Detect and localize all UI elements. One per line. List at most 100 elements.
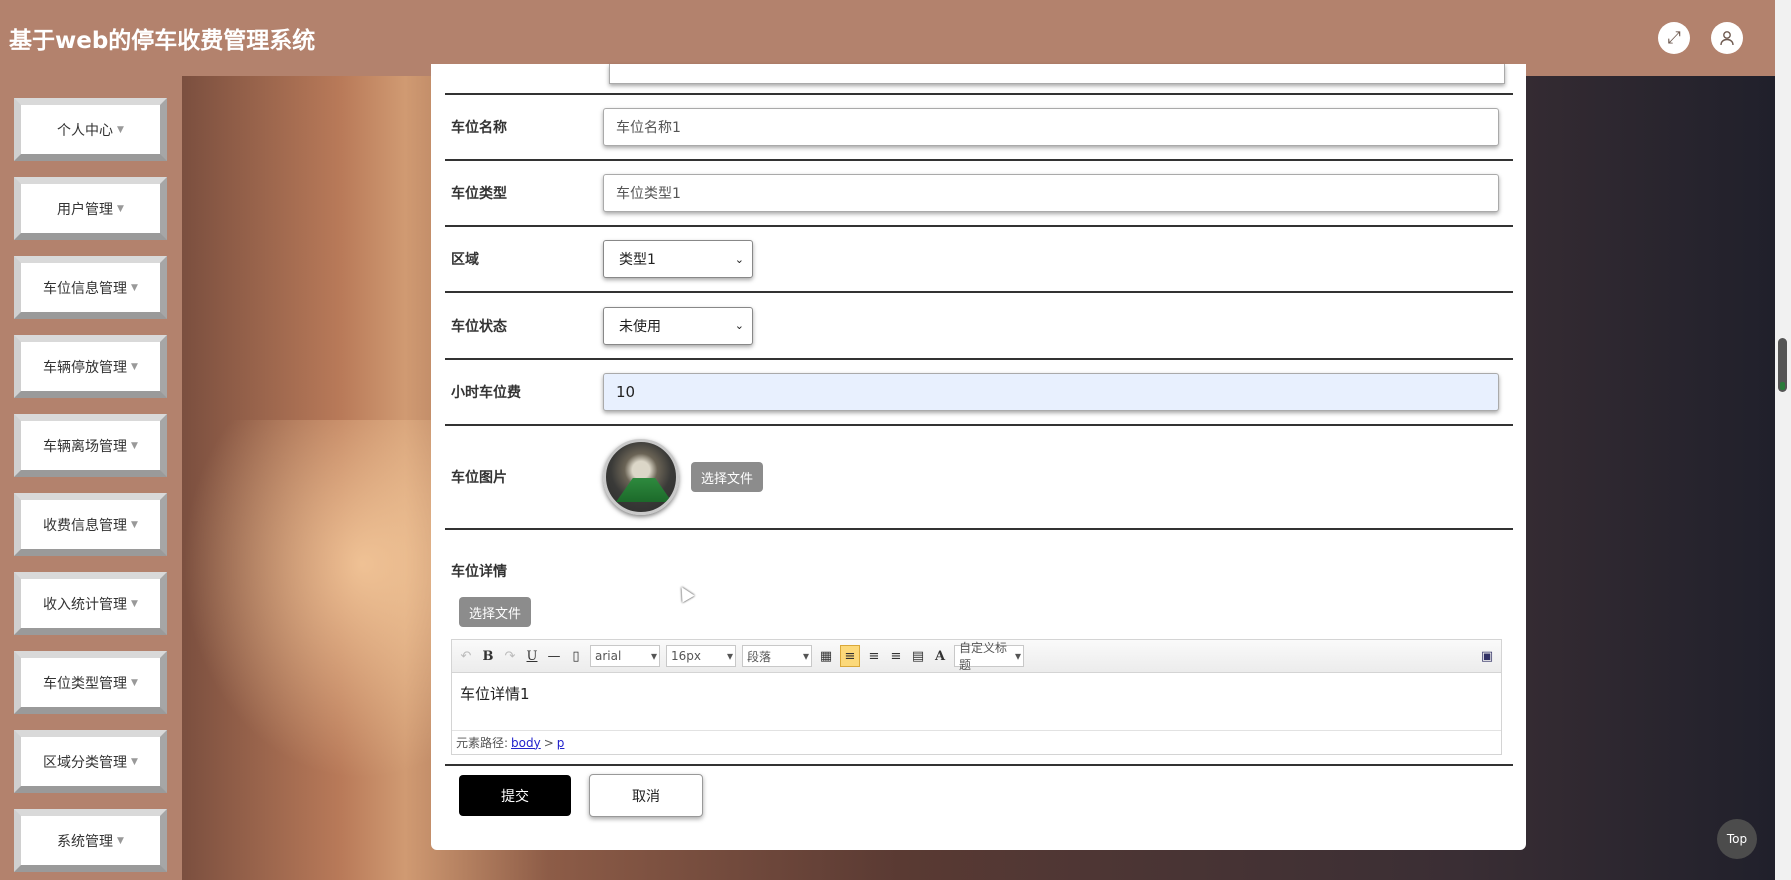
- rich-text-editor: ↶ B ↷ U — ▯ arial ▾ 16px ▾ 段落 ▾ ▦ ≡ ≡ ≡ ▤ A…: [451, 639, 1502, 755]
- space-name-label: 车位名称: [451, 120, 507, 136]
- paragraph-value: 段落: [747, 649, 772, 664]
- sidebar-item-label: 收入统计管理: [43, 596, 128, 613]
- sidebar-item-exit[interactable]: 车辆离场管理 ▼: [14, 414, 167, 477]
- sidebar-item-label: 车辆停放管理: [43, 359, 128, 376]
- caret-down-icon: ▼: [131, 519, 138, 530]
- editor-toolbar: ↶ B ↷ U — ▯ arial ▾ 16px ▾ 段落 ▾ ▦ ≡ ≡ ≡ ▤ A…: [452, 640, 1501, 673]
- sidebar-item-label: 车位信息管理: [43, 280, 128, 297]
- caret-down-icon: ▼: [117, 203, 124, 214]
- back-to-top-button[interactable]: Top: [1717, 819, 1757, 859]
- sidebar-item-space-info[interactable]: 车位信息管理 ▼: [14, 256, 167, 319]
- submit-button[interactable]: 提交: [459, 775, 571, 816]
- sidebar-item-parking[interactable]: 车辆停放管理 ▼: [14, 335, 167, 398]
- divider: [445, 764, 1513, 766]
- redo-icon[interactable]: ↷: [502, 648, 518, 664]
- area-select[interactable]: 类型1 ⌄: [603, 240, 753, 278]
- status-select[interactable]: 未使用 ⌄: [603, 306, 753, 345]
- user-icon: [1720, 31, 1734, 46]
- details-file-button[interactable]: 选择文件: [459, 597, 532, 627]
- bold-icon[interactable]: B: [480, 648, 496, 664]
- document-icon[interactable]: ▯: [568, 648, 584, 664]
- sidebar-item-label: 用户管理: [57, 201, 114, 218]
- sidebar-item-label: 车辆离场管理: [43, 438, 128, 455]
- caret-down-icon: ▼: [131, 756, 138, 767]
- user-button[interactable]: [1711, 22, 1743, 54]
- header-actions: ⤢: [1658, 22, 1743, 54]
- sidebar-item-label: 收费信息管理: [43, 517, 128, 534]
- app-title: 基于web的停车收费管理系统: [9, 28, 316, 54]
- hourly-fee-input[interactable]: 10: [603, 373, 1499, 411]
- image-label: 车位图片: [451, 470, 507, 486]
- hourly-fee-label: 小时车位费: [451, 385, 521, 401]
- form-row-status: 车位状态 未使用 ⌄: [445, 293, 1513, 360]
- sidebar-item-users[interactable]: 用户管理 ▼: [14, 177, 167, 240]
- font-color-icon[interactable]: A: [932, 648, 948, 664]
- sidebar-item-areas[interactable]: 区域分类管理 ▼: [14, 730, 167, 793]
- sidebar-item-label: 系统管理: [57, 833, 114, 850]
- sidebar-item-personal-center[interactable]: 个人中心 ▼: [14, 98, 167, 161]
- form-row-space-name: 车位名称 车位名称1: [445, 95, 1513, 161]
- undo-icon[interactable]: ↶: [458, 648, 474, 664]
- caret-down-icon: ▼: [131, 598, 138, 609]
- sidebar-item-label: 个人中心: [57, 122, 114, 139]
- scrollbar-thumb[interactable]: [1778, 338, 1787, 392]
- space-type-input[interactable]: 车位类型1: [603, 174, 1499, 212]
- form-row-image: 车位图片 选择文件: [445, 426, 1513, 530]
- chevron-down-icon: ⌄: [734, 319, 744, 332]
- form-row-previous: [445, 63, 1513, 95]
- status-label: 车位状态: [451, 318, 507, 335]
- path-separator: >: [543, 735, 554, 750]
- caret-down-icon: ▼: [131, 361, 138, 372]
- chevron-down-icon: ⌄: [734, 252, 744, 266]
- align-left-icon[interactable]: ≡: [840, 645, 860, 667]
- form-row-area: 区域 类型1 ⌄: [445, 227, 1513, 293]
- caret-down-icon: ▼: [131, 677, 138, 688]
- custom-title-value: 自定义标题: [959, 641, 1008, 672]
- caret-down-icon: ▾: [726, 649, 733, 663]
- element-path-label: 元素路径:: [456, 736, 509, 750]
- font-size-select[interactable]: 16px ▾: [666, 645, 736, 667]
- caret-down-icon: ▼: [117, 835, 124, 846]
- sidebar-item-label: 车位类型管理: [43, 675, 128, 692]
- font-family-select[interactable]: arial ▾: [590, 645, 660, 667]
- sidebar-item-label: 区域分类管理: [43, 754, 128, 771]
- caret-down-icon: ▾: [802, 649, 809, 663]
- form-card: 车位名称 车位名称1 车位类型 车位类型1 区域 类型1 ⌄ 车位状态 未使用 …: [431, 63, 1526, 850]
- font-family-value: arial: [595, 649, 622, 663]
- align-center-icon[interactable]: ≡: [888, 648, 904, 664]
- horizontal-rule-icon[interactable]: —: [546, 648, 562, 664]
- align-justify-icon[interactable]: ▤: [910, 648, 926, 664]
- editor-statusbar: 元素路径: body > p: [452, 731, 1501, 754]
- previous-input-edge[interactable]: [609, 63, 1505, 84]
- area-label: 区域: [451, 252, 479, 268]
- form-row-hourly-fee: 小时车位费 10: [445, 360, 1513, 426]
- editor-content[interactable]: 车位详情1: [452, 673, 1501, 731]
- preview-icon[interactable]: ▣: [1479, 648, 1495, 664]
- caret-down-icon: ▼: [131, 440, 138, 451]
- status-select-value: 未使用: [619, 318, 661, 335]
- custom-title-select[interactable]: 自定义标题 ▾: [954, 641, 1024, 672]
- underline-icon[interactable]: U: [524, 648, 540, 664]
- paragraph-select[interactable]: 段落 ▾: [742, 645, 812, 667]
- fullscreen-button[interactable]: ⤢: [1658, 22, 1690, 54]
- sidebar-item-system[interactable]: 系统管理 ▼: [14, 809, 167, 872]
- table-icon[interactable]: ▦: [818, 648, 834, 664]
- path-body-link[interactable]: body: [511, 736, 541, 750]
- space-name-input[interactable]: 车位名称1: [603, 108, 1499, 146]
- caret-down-icon: ▾: [650, 649, 657, 663]
- align-right-icon[interactable]: ≡: [866, 648, 882, 664]
- space-type-label: 车位类型: [451, 186, 507, 202]
- space-image-thumbnail: [603, 439, 679, 515]
- path-p-link[interactable]: p: [557, 736, 565, 750]
- sidebar-item-fees[interactable]: 收费信息管理 ▼: [14, 493, 167, 556]
- font-size-value: 16px: [671, 649, 701, 663]
- sidebar: 个人中心 ▼ 用户管理 ▼ 车位信息管理 ▼ 车辆停放管理 ▼ 车辆离场管理 ▼ 收费信息…: [0, 76, 182, 880]
- expand-arrows-icon: ⤢: [1667, 28, 1681, 48]
- sidebar-item-space-types[interactable]: 车位类型管理 ▼: [14, 651, 167, 714]
- caret-down-icon: ▼: [117, 124, 124, 135]
- image-file-button[interactable]: 选择文件: [691, 462, 764, 492]
- cancel-button[interactable]: 取消: [589, 774, 703, 817]
- form-row-space-type: 车位类型 车位类型1: [445, 161, 1513, 227]
- page-scrollbar[interactable]: [1775, 0, 1791, 880]
- sidebar-item-income-stats[interactable]: 收入统计管理 ▼: [14, 572, 167, 635]
